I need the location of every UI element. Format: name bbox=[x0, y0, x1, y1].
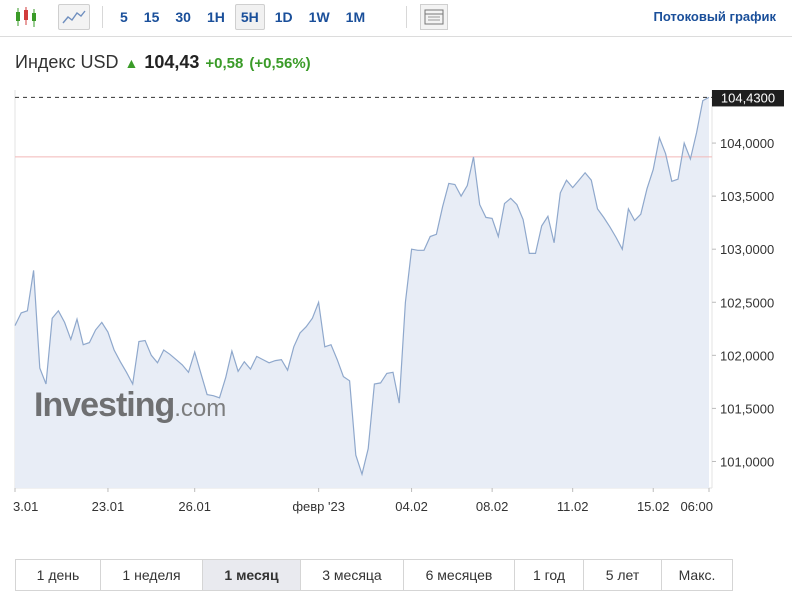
y-tick-label: 102,0000 bbox=[720, 348, 774, 363]
price-change-percent: (+0,56%) bbox=[249, 55, 311, 72]
x-tick-label: 15.02 bbox=[637, 499, 670, 514]
y-tick-label: 101,5000 bbox=[720, 401, 774, 416]
price-chart[interactable]: 104,4300 101,0000 101,5000 102,0000 102,5000… bbox=[0, 88, 792, 520]
range-selector: 1 день 1 неделя 1 месяц 3 месяца 6 месяцев 1 … bbox=[15, 559, 733, 591]
timeframe-button-1[interactable]: 15 bbox=[138, 4, 166, 30]
range-tab-2[interactable]: 1 месяц bbox=[203, 560, 301, 590]
chart-toolbar: 5 15 30 1H 5H 1D 1W 1M Потоковый график bbox=[0, 0, 792, 37]
toolbar-divider bbox=[406, 6, 407, 28]
timeframe-selector: 5 15 30 1H 5H 1D 1W 1M bbox=[114, 4, 371, 30]
x-tick-label: февр '23 bbox=[292, 499, 345, 514]
timeframe-button-3[interactable]: 1H bbox=[201, 4, 231, 30]
timeframe-button-0[interactable]: 5 bbox=[114, 4, 134, 30]
timeframe-button-5[interactable]: 1D bbox=[269, 4, 299, 30]
range-tab-3[interactable]: 3 месяца bbox=[301, 560, 404, 590]
last-price-label: 104,4300 bbox=[721, 90, 775, 105]
range-tab-1[interactable]: 1 неделя bbox=[101, 560, 203, 590]
x-tick-label: 3.01 bbox=[13, 499, 38, 514]
range-tab-4[interactable]: 6 месяцев bbox=[404, 560, 515, 590]
range-tab-0[interactable]: 1 день bbox=[16, 560, 101, 590]
investing-watermark: Investing.com bbox=[34, 386, 227, 424]
data-table-icon[interactable] bbox=[420, 4, 448, 30]
x-tick-label: 11.02 bbox=[557, 499, 589, 514]
timeframe-button-4[interactable]: 5H bbox=[234, 4, 265, 30]
timeframe-button-7[interactable]: 1M bbox=[340, 4, 371, 30]
y-tick-label: 104,0000 bbox=[720, 136, 774, 151]
x-tick-label: 04.02 bbox=[395, 499, 428, 514]
y-tick-label: 101,0000 bbox=[720, 454, 774, 469]
range-tab-6[interactable]: 5 лет bbox=[584, 560, 662, 590]
chart-area[interactable]: 104,4300 101,0000 101,5000 102,0000 102,5000… bbox=[0, 88, 792, 520]
y-tick-label: 103,0000 bbox=[720, 242, 774, 257]
streaming-chart-link[interactable]: Потоковый график bbox=[653, 9, 776, 24]
toolbar-divider bbox=[102, 6, 103, 28]
area-chart-icon[interactable] bbox=[58, 4, 90, 30]
y-tick-label: 102,5000 bbox=[720, 295, 774, 310]
timeframe-button-2[interactable]: 30 bbox=[169, 4, 197, 30]
quote-header: Индекс USD ▲ 104,43 +0,58 (+0,56%) bbox=[15, 52, 311, 73]
timeframe-button-6[interactable]: 1W bbox=[303, 4, 336, 30]
x-tick-label: 08.02 bbox=[476, 499, 509, 514]
x-tick-label: 23.01 bbox=[92, 499, 125, 514]
range-tab-7[interactable]: Макс. bbox=[662, 560, 732, 590]
candlestick-icon[interactable] bbox=[12, 4, 40, 30]
arrow-up-icon: ▲ bbox=[124, 55, 139, 71]
price-change: +0,58 bbox=[205, 55, 244, 72]
x-tick-label: 06:00 bbox=[680, 499, 713, 514]
y-tick-label: 103,5000 bbox=[720, 189, 774, 204]
x-tick-label: 26.01 bbox=[178, 499, 211, 514]
last-price: 104,43 bbox=[144, 52, 200, 72]
instrument-name: Индекс USD bbox=[15, 52, 119, 72]
range-tab-5[interactable]: 1 год bbox=[515, 560, 584, 590]
area-fill bbox=[15, 97, 709, 489]
